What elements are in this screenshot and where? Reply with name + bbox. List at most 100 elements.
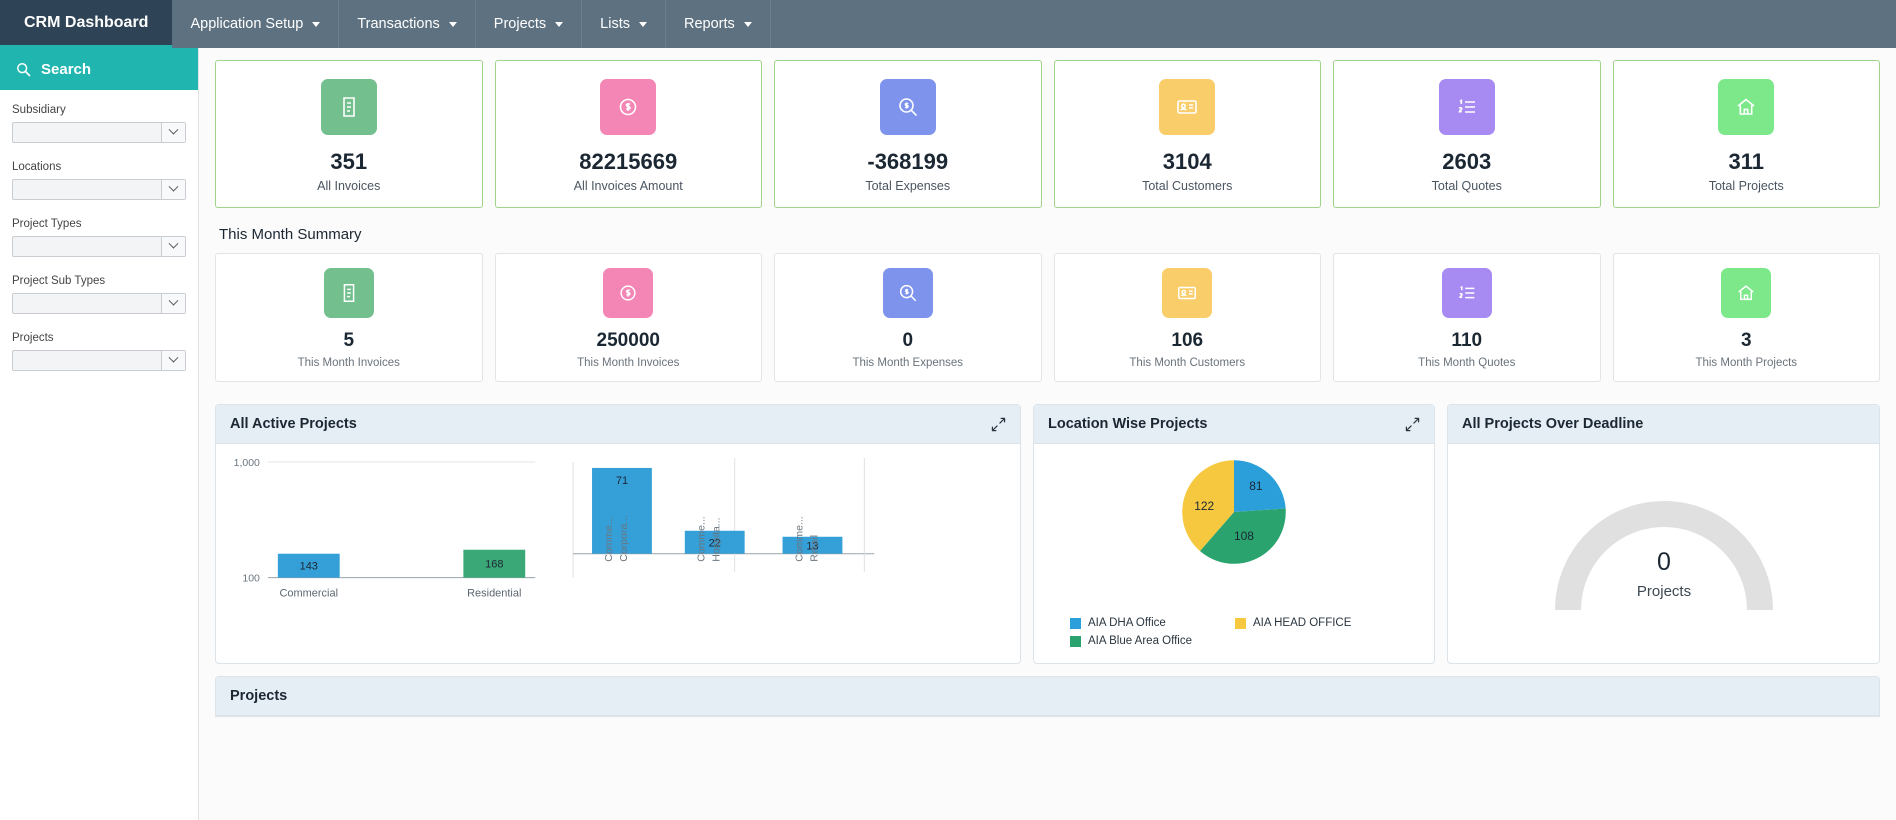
panel-header: Projects (216, 677, 1879, 717)
kpi-card-this-month-invoices[interactable]: 5 This Month Invoices (215, 253, 483, 383)
kpi-label: Total Expenses (865, 179, 951, 194)
legend-swatch (1235, 617, 1246, 629)
locations-dropdown-arrow[interactable] (161, 180, 185, 199)
gauge-value: 0 (1657, 548, 1671, 576)
kpi-card-total-customers[interactable]: 3104 Total Customers (1053, 60, 1321, 209)
project-types-dropdown-arrow[interactable] (161, 237, 185, 256)
search-icon (17, 62, 31, 76)
projects-select[interactable] (12, 350, 186, 371)
all-active-projects-bar-chart[interactable]: 1,000 100 143 Commercial 168 Residential… (216, 444, 1020, 658)
kpi-label: Total Projects (1708, 179, 1784, 194)
chevron-down-icon (312, 21, 321, 27)
kpi-card-total-expenses[interactable]: -368199 Total Expenses (774, 60, 1042, 209)
kpi-label: All Invoices (317, 179, 381, 194)
search-button[interactable]: Search (0, 48, 198, 90)
kpi-card-this-month-projects[interactable]: 3 This Month Projects (1612, 253, 1880, 383)
kpi-label: This Month Invoices (577, 357, 680, 370)
project-sub-types-select[interactable] (12, 293, 186, 314)
this-month-summary-title: This Month Summary (219, 226, 362, 244)
kpi-card-this-month-customers[interactable]: 106 This Month Customers (1053, 253, 1321, 383)
invoice-icon (323, 268, 374, 319)
bar-category-residential: Residential (467, 588, 521, 600)
nav-item-transactions[interactable]: Transactions (339, 0, 476, 48)
kpi-label: This Month Quotes (1418, 357, 1516, 370)
kpi-label: All Invoices Amount (573, 179, 683, 194)
kpi-value: 0 (902, 330, 914, 352)
legend-item-dha-office[interactable]: AIA DHA Office (1070, 617, 1235, 629)
panel-location-wise-projects: Location Wise Projects 81 108 122 AIA DH… (1033, 404, 1435, 665)
brand-crm-dashboard[interactable]: CRM Dashboard (0, 0, 173, 48)
kpi-value: 2603 (1442, 149, 1492, 174)
legend-label: AIA HEAD OFFICE (1253, 617, 1352, 630)
legend-label: AIA DHA Office (1088, 617, 1166, 630)
legend-item-blue-area-office[interactable]: AIA Blue Area Office (1070, 635, 1235, 647)
rot-label-commercial-1: Comme... (604, 516, 615, 561)
expand-icon[interactable] (1405, 417, 1420, 432)
kpi-card-this-month-invoices-amount[interactable]: 250000 This Month Invoices (494, 253, 762, 383)
gauge-arc: 0 Projects (1554, 500, 1773, 610)
filter-group-project-sub-types: Project Sub Types (12, 275, 186, 314)
y-tick-top: 1,000 (234, 458, 260, 469)
kpi-value: 82215669 (579, 149, 678, 174)
pie-value-dha: 81 (1249, 479, 1263, 493)
kpi-value: -368199 (867, 149, 949, 174)
chevron-down-icon (168, 352, 179, 363)
nav-label: Transactions (357, 16, 440, 32)
project-types-select[interactable] (12, 236, 186, 257)
bar-value-residential: 168 (485, 559, 503, 571)
kpi-card-total-projects[interactable]: 311 Total Projects (1612, 60, 1880, 209)
filter-list: Subsidiary Locations Project Types Proje… (0, 90, 198, 371)
search-dollar-icon (879, 79, 936, 135)
kpi-label: Total Quotes (1431, 179, 1502, 194)
nav-label: Reports (684, 16, 735, 32)
locations-select[interactable] (12, 179, 186, 200)
list-ol-icon (1441, 268, 1492, 319)
nav-label: Application Setup (190, 16, 304, 32)
kpi-value: 110 (1451, 330, 1483, 352)
pie-value-blue-area: 108 (1234, 529, 1254, 543)
filter-label-subsidiary: Subsidiary (12, 104, 66, 116)
search-label: Search (41, 60, 92, 78)
bar-category-commercial: Commercial (280, 588, 339, 600)
nav-item-lists[interactable]: Lists (582, 0, 666, 48)
expand-icon[interactable] (991, 417, 1006, 432)
project-sub-types-dropdown-arrow[interactable] (161, 294, 185, 313)
subsidiary-select[interactable] (12, 122, 186, 143)
nav-item-projects[interactable]: Projects (476, 0, 583, 48)
kpi-row-this-month: 5 This Month Invoices 250000 This Month … (215, 253, 1880, 383)
rot-label-commercial-3: Comme... (794, 516, 805, 561)
home-icon (1718, 79, 1775, 135)
panel-header: All Projects Over Deadline (1448, 405, 1879, 445)
kpi-card-total-quotes[interactable]: 2603 Total Quotes (1333, 60, 1601, 209)
nav-item-reports[interactable]: Reports (666, 0, 771, 48)
subsidiary-dropdown-arrow[interactable] (161, 123, 185, 142)
legend-swatch (1070, 617, 1081, 629)
search-dollar-icon (882, 268, 933, 319)
project-sub-types-value (13, 294, 161, 313)
panel-header: Location Wise Projects (1034, 405, 1434, 445)
chevron-down-icon (743, 21, 752, 27)
kpi-card-this-month-expenses[interactable]: 0 This Month Expenses (774, 253, 1042, 383)
kpi-card-all-invoices-amount[interactable]: 82215669 All Invoices Amount (494, 60, 762, 209)
filter-group-locations: Locations (12, 161, 186, 200)
chevron-down-icon (168, 295, 179, 306)
kpi-value: 250000 (596, 330, 660, 352)
y-tick-bottom: 100 (242, 574, 260, 585)
nav-item-application-setup[interactable]: Application Setup (172, 0, 340, 48)
legend-item-head-office[interactable]: AIA HEAD OFFICE (1235, 617, 1400, 629)
gauge-chart[interactable]: 0 Projects (1448, 444, 1879, 663)
kpi-card-all-invoices[interactable]: 351 All Invoices (215, 60, 483, 209)
kpi-card-this-month-quotes[interactable]: 110 This Month Quotes (1333, 253, 1601, 383)
kpi-label: This Month Customers (1129, 357, 1246, 370)
bar-value-commercial-corporate: 71 (616, 475, 628, 487)
id-card-icon (1162, 268, 1213, 319)
kpi-label: This Month Expenses (852, 357, 964, 370)
location-wise-pie-chart[interactable]: 81 108 122 (1034, 444, 1434, 584)
list-ol-icon (1438, 79, 1495, 135)
kpi-value: 3 (1740, 330, 1752, 352)
dollar-badge-icon (603, 268, 654, 319)
kpi-value: 5 (343, 330, 355, 352)
dollar-badge-icon (600, 79, 657, 135)
bar-chart-body: 1,000 100 143 Commercial 168 Residential… (216, 444, 1020, 663)
projects-dropdown-arrow[interactable] (161, 351, 185, 370)
